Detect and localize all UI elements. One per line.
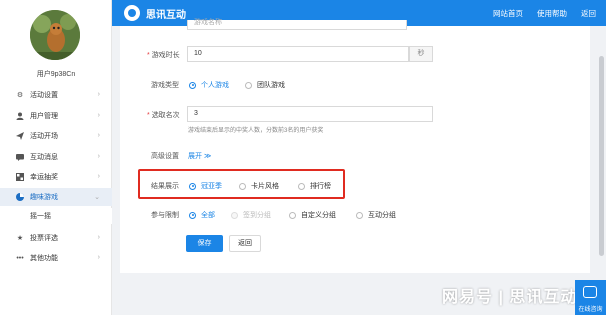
- result-display-label: 结果展示: [151, 183, 179, 190]
- chevron-right-icon: ›: [97, 91, 100, 98]
- participation-label: 参与限制: [151, 212, 179, 219]
- chevron-down-icon: ⌄: [94, 194, 100, 201]
- sidebar-item-activity-settings[interactable]: ⚙ 活动设置 ›: [0, 86, 112, 104]
- sidebar-subitem-shake[interactable]: 摇一摇: [0, 208, 112, 224]
- scrollbar[interactable]: [599, 56, 604, 256]
- save-button[interactable]: 保存: [186, 235, 223, 252]
- chevron-right-icon: ›: [97, 234, 100, 241]
- brand-logo-icon: [124, 5, 140, 21]
- chevron-right-icon: ›: [97, 254, 100, 261]
- brand-name: 思讯互动: [146, 9, 186, 21]
- back-button[interactable]: 返回: [229, 235, 261, 252]
- radio-dot: [189, 182, 196, 190]
- radio-team-game[interactable]: 团队游戏: [245, 80, 285, 90]
- sidebar-item-activity-opening[interactable]: 活动开场 ›: [0, 127, 112, 145]
- sidebar-item-label: 幸运抽奖: [30, 174, 58, 181]
- advanced-settings-label: 高级设置: [151, 153, 179, 160]
- watermark: 网易号 | 思讯互动: [442, 289, 578, 306]
- sidebar-item-lucky-draw[interactable]: 幸运抽奖 ›: [0, 168, 112, 186]
- chat-icon: [583, 286, 597, 298]
- radio-dot: [189, 81, 196, 89]
- radio-dot: [231, 211, 238, 219]
- ranking-label: * 选取名次: [147, 112, 180, 119]
- sidebar-item-label: 活动开场: [30, 133, 58, 140]
- header-links: 网站首页 使用帮助 返回: [493, 8, 596, 19]
- radio-custom-group[interactable]: 自定义分组: [289, 210, 336, 220]
- radio-leaderboard[interactable]: 排行榜: [298, 181, 331, 191]
- ranking-input[interactable]: 3: [187, 106, 433, 122]
- duration-label: * 游戏时长: [147, 52, 180, 59]
- sidebar-item-interactive-messages[interactable]: 互动消息 ›: [0, 148, 112, 166]
- radio-all[interactable]: 全部: [189, 210, 215, 220]
- online-consult-button[interactable]: 在线咨询: [575, 280, 606, 315]
- user-icon: [16, 112, 24, 120]
- sidebar-item-label: 活动设置: [30, 92, 58, 99]
- grid-icon: [16, 173, 24, 181]
- radio-card-style[interactable]: 卡片风格: [239, 181, 279, 191]
- duration-input[interactable]: 10: [187, 46, 409, 62]
- sidebar-item-label: 其他功能: [30, 255, 58, 262]
- radio-dot: [239, 182, 246, 190]
- sidebar-item-fun-games[interactable]: 趣味游戏 ⌄: [0, 188, 112, 206]
- chevron-right-icon: ›: [97, 112, 100, 119]
- more-icon: •••: [16, 254, 24, 262]
- duration-unit: 秒: [409, 46, 433, 62]
- sidebar-item-label: 投票评选: [30, 235, 58, 242]
- header-link-back[interactable]: 返回: [581, 8, 596, 19]
- radio-signin-group[interactable]: 签到分组: [231, 210, 271, 220]
- sidebar-item-voting[interactable]: ★ 投票评选 ›: [0, 229, 112, 247]
- radio-dot: [289, 211, 296, 219]
- radio-podium[interactable]: 冠亚季: [189, 181, 222, 191]
- radio-interactive-group[interactable]: 互动分组: [356, 210, 396, 220]
- radio-dot: [298, 182, 305, 190]
- sidebar-item-label: 趣味游戏: [30, 194, 58, 201]
- ranking-hint: 游戏结束后显示的中奖人数，分数前3名的用户获奖: [188, 128, 324, 134]
- chevron-right-icon: ›: [97, 173, 100, 180]
- sidebar-item-label: 互动消息: [30, 154, 58, 161]
- radio-individual-game[interactable]: 个人游戏: [189, 80, 229, 90]
- pie-icon: [16, 193, 24, 201]
- header-link-help[interactable]: 使用帮助: [537, 8, 567, 19]
- expand-toggle[interactable]: 展开 ≫: [188, 151, 211, 161]
- send-icon: [16, 132, 24, 140]
- sidebar-item-other-functions[interactable]: ••• 其他功能 ›: [0, 249, 112, 267]
- chevron-right-icon: ›: [97, 153, 100, 160]
- header-link-home[interactable]: 网站首页: [493, 8, 523, 19]
- star-icon: ★: [16, 235, 24, 242]
- username: 用户9p38Cn: [36, 71, 76, 78]
- sidebar-item-label: 用户管理: [30, 113, 58, 120]
- radio-dot: [245, 81, 252, 89]
- gear-icon: ⚙: [16, 92, 24, 99]
- brand[interactable]: 思讯互动: [124, 5, 186, 21]
- chevron-right-icon: ›: [97, 132, 100, 139]
- online-consult-label: 在线咨询: [578, 307, 603, 313]
- sidebar-item-user-management[interactable]: 用户管理 ›: [0, 107, 112, 125]
- sidebar-subitem-label: 摇一摇: [30, 213, 51, 220]
- message-icon: [16, 153, 24, 161]
- game-type-label: 游戏类型: [151, 82, 179, 89]
- sidebar: 用户9p38Cn ⚙ 活动设置 › 用户管理 › 活动开场 › 互动消息 › 幸…: [0, 0, 112, 315]
- game-name-field[interactable]: 游戏名称: [187, 19, 407, 30]
- radio-dot: [189, 211, 196, 219]
- avatar[interactable]: [30, 10, 80, 60]
- radio-dot: [356, 211, 363, 219]
